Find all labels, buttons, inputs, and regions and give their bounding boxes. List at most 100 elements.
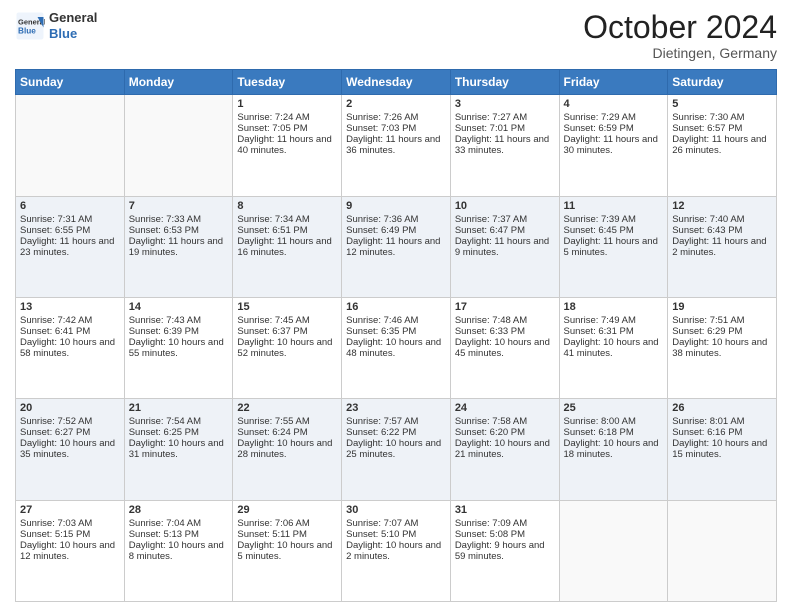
sunset-text: Sunset: 6:31 PM <box>564 326 664 337</box>
sunrise-text: Sunrise: 7:48 AM <box>455 315 555 326</box>
calendar-cell: 10Sunrise: 7:37 AMSunset: 6:47 PMDayligh… <box>450 196 559 297</box>
calendar-cell: 19Sunrise: 7:51 AMSunset: 6:29 PMDayligh… <box>668 297 777 398</box>
sunset-text: Sunset: 6:49 PM <box>346 225 446 236</box>
calendar-cell: 20Sunrise: 7:52 AMSunset: 6:27 PMDayligh… <box>16 399 125 500</box>
calendar-cell: 6Sunrise: 7:31 AMSunset: 6:55 PMDaylight… <box>16 196 125 297</box>
sunrise-text: Sunrise: 7:42 AM <box>20 315 120 326</box>
daylight-text: Daylight: 10 hours and 31 minutes. <box>129 438 229 460</box>
calendar-cell: 17Sunrise: 7:48 AMSunset: 6:33 PMDayligh… <box>450 297 559 398</box>
calendar-cell: 22Sunrise: 7:55 AMSunset: 6:24 PMDayligh… <box>233 399 342 500</box>
daylight-text: Daylight: 10 hours and 55 minutes. <box>129 337 229 359</box>
sunset-text: Sunset: 5:13 PM <box>129 529 229 540</box>
sunrise-text: Sunrise: 7:24 AM <box>237 112 337 123</box>
day-number: 28 <box>129 504 229 516</box>
logo-line2: Blue <box>49 26 97 42</box>
sunrise-text: Sunrise: 7:54 AM <box>129 416 229 427</box>
calendar-cell <box>668 500 777 601</box>
daylight-text: Daylight: 10 hours and 41 minutes. <box>564 337 664 359</box>
daylight-text: Daylight: 10 hours and 18 minutes. <box>564 438 664 460</box>
calendar-cell: 3Sunrise: 7:27 AMSunset: 7:01 PMDaylight… <box>450 95 559 196</box>
day-header-monday: Monday <box>124 70 233 95</box>
sunset-text: Sunset: 5:10 PM <box>346 529 446 540</box>
calendar-cell: 1Sunrise: 7:24 AMSunset: 7:05 PMDaylight… <box>233 95 342 196</box>
sunrise-text: Sunrise: 7:03 AM <box>20 518 120 529</box>
calendar-cell: 15Sunrise: 7:45 AMSunset: 6:37 PMDayligh… <box>233 297 342 398</box>
sunrise-text: Sunrise: 7:46 AM <box>346 315 446 326</box>
calendar-cell: 31Sunrise: 7:09 AMSunset: 5:08 PMDayligh… <box>450 500 559 601</box>
day-number: 30 <box>346 504 446 516</box>
sunrise-text: Sunrise: 7:45 AM <box>237 315 337 326</box>
calendar-cell: 23Sunrise: 7:57 AMSunset: 6:22 PMDayligh… <box>342 399 451 500</box>
sunrise-text: Sunrise: 7:43 AM <box>129 315 229 326</box>
logo-text: General Blue <box>49 10 97 41</box>
sunrise-text: Sunrise: 7:37 AM <box>455 214 555 225</box>
calendar-cell: 2Sunrise: 7:26 AMSunset: 7:03 PMDaylight… <box>342 95 451 196</box>
daylight-text: Daylight: 10 hours and 8 minutes. <box>129 540 229 562</box>
daylight-text: Daylight: 11 hours and 23 minutes. <box>20 236 120 258</box>
sunset-text: Sunset: 6:20 PM <box>455 427 555 438</box>
sunset-text: Sunset: 6:43 PM <box>672 225 772 236</box>
calendar-cell: 28Sunrise: 7:04 AMSunset: 5:13 PMDayligh… <box>124 500 233 601</box>
sunrise-text: Sunrise: 7:55 AM <box>237 416 337 427</box>
day-number: 9 <box>346 200 446 212</box>
sunrise-text: Sunrise: 7:39 AM <box>564 214 664 225</box>
sunrise-text: Sunrise: 7:26 AM <box>346 112 446 123</box>
daylight-text: Daylight: 10 hours and 28 minutes. <box>237 438 337 460</box>
sunset-text: Sunset: 6:29 PM <box>672 326 772 337</box>
calendar-cell: 5Sunrise: 7:30 AMSunset: 6:57 PMDaylight… <box>668 95 777 196</box>
calendar-cell: 30Sunrise: 7:07 AMSunset: 5:10 PMDayligh… <box>342 500 451 601</box>
day-number: 14 <box>129 301 229 313</box>
day-number: 3 <box>455 98 555 110</box>
sunset-text: Sunset: 7:03 PM <box>346 123 446 134</box>
sunset-text: Sunset: 6:51 PM <box>237 225 337 236</box>
day-header-tuesday: Tuesday <box>233 70 342 95</box>
sunset-text: Sunset: 6:27 PM <box>20 427 120 438</box>
daylight-text: Daylight: 11 hours and 19 minutes. <box>129 236 229 258</box>
day-header-saturday: Saturday <box>668 70 777 95</box>
calendar-cell: 26Sunrise: 8:01 AMSunset: 6:16 PMDayligh… <box>668 399 777 500</box>
daylight-text: Daylight: 10 hours and 12 minutes. <box>20 540 120 562</box>
calendar-cell <box>16 95 125 196</box>
sunrise-text: Sunrise: 7:29 AM <box>564 112 664 123</box>
day-header-sunday: Sunday <box>16 70 125 95</box>
sunrise-text: Sunrise: 7:09 AM <box>455 518 555 529</box>
day-number: 21 <box>129 402 229 414</box>
calendar-cell <box>559 500 668 601</box>
sunrise-text: Sunrise: 7:52 AM <box>20 416 120 427</box>
calendar-cell: 25Sunrise: 8:00 AMSunset: 6:18 PMDayligh… <box>559 399 668 500</box>
sunrise-text: Sunrise: 7:51 AM <box>672 315 772 326</box>
calendar-cell: 21Sunrise: 7:54 AMSunset: 6:25 PMDayligh… <box>124 399 233 500</box>
day-number: 12 <box>672 200 772 212</box>
daylight-text: Daylight: 11 hours and 5 minutes. <box>564 236 664 258</box>
day-number: 10 <box>455 200 555 212</box>
logo: General Blue General Blue <box>15 10 97 41</box>
daylight-text: Daylight: 10 hours and 5 minutes. <box>237 540 337 562</box>
sunrise-text: Sunrise: 7:49 AM <box>564 315 664 326</box>
sunset-text: Sunset: 5:15 PM <box>20 529 120 540</box>
daylight-text: Daylight: 10 hours and 21 minutes. <box>455 438 555 460</box>
daylight-text: Daylight: 10 hours and 58 minutes. <box>20 337 120 359</box>
day-number: 29 <box>237 504 337 516</box>
sunset-text: Sunset: 6:41 PM <box>20 326 120 337</box>
day-header-friday: Friday <box>559 70 668 95</box>
calendar-cell: 16Sunrise: 7:46 AMSunset: 6:35 PMDayligh… <box>342 297 451 398</box>
day-number: 7 <box>129 200 229 212</box>
sunset-text: Sunset: 6:24 PM <box>237 427 337 438</box>
day-number: 15 <box>237 301 337 313</box>
sunrise-text: Sunrise: 7:58 AM <box>455 416 555 427</box>
calendar-week-1: 1Sunrise: 7:24 AMSunset: 7:05 PMDaylight… <box>16 95 777 196</box>
day-number: 16 <box>346 301 446 313</box>
day-number: 8 <box>237 200 337 212</box>
calendar-header-row: SundayMondayTuesdayWednesdayThursdayFrid… <box>16 70 777 95</box>
daylight-text: Daylight: 10 hours and 52 minutes. <box>237 337 337 359</box>
sunset-text: Sunset: 6:47 PM <box>455 225 555 236</box>
sunrise-text: Sunrise: 7:06 AM <box>237 518 337 529</box>
location: Dietingen, Germany <box>583 45 777 61</box>
daylight-text: Daylight: 11 hours and 16 minutes. <box>237 236 337 258</box>
daylight-text: Daylight: 11 hours and 12 minutes. <box>346 236 446 258</box>
calendar-cell: 11Sunrise: 7:39 AMSunset: 6:45 PMDayligh… <box>559 196 668 297</box>
page: General Blue General Blue October 2024 D… <box>0 0 792 612</box>
sunrise-text: Sunrise: 7:57 AM <box>346 416 446 427</box>
sunset-text: Sunset: 5:11 PM <box>237 529 337 540</box>
calendar-week-2: 6Sunrise: 7:31 AMSunset: 6:55 PMDaylight… <box>16 196 777 297</box>
